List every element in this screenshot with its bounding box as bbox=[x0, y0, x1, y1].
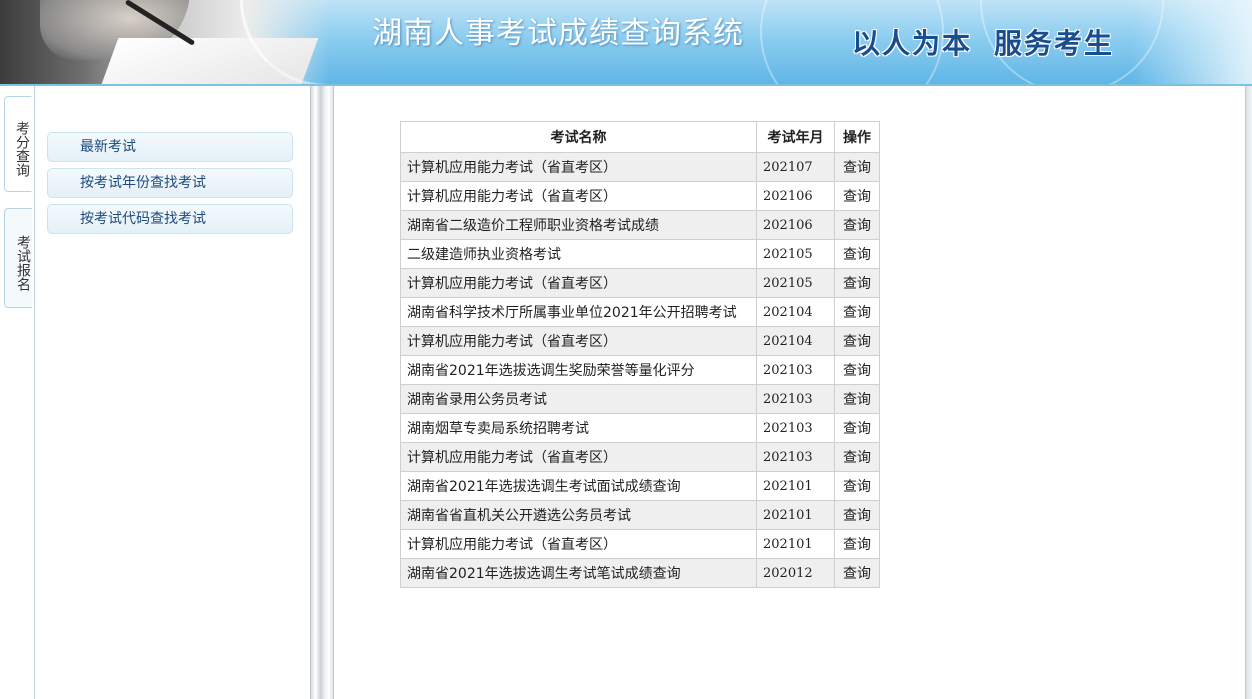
vertical-tab-bar: 考分查询 考试报名 bbox=[0, 86, 35, 699]
exam-name: 湖南烟草专卖局系统招聘考试 bbox=[400, 413, 757, 443]
table-row: 二级建造师执业资格考试 202105 查询 bbox=[400, 239, 880, 269]
table-row: 湖南省录用公务员考试 202103 查询 bbox=[400, 384, 880, 414]
table-row: 湖南省省直机关公开遴选公务员考试 202101 查询 bbox=[400, 500, 880, 530]
exam-month: 202103 bbox=[756, 413, 835, 443]
query-link[interactable]: 查询 bbox=[834, 152, 880, 182]
system-title: 湖南人事考试成绩查询系统 bbox=[372, 16, 744, 51]
exam-month: 202104 bbox=[756, 297, 835, 327]
exam-name: 计算机应用能力考试（省直考区） bbox=[400, 442, 757, 472]
table-row: 计算机应用能力考试（省直考区） 202101 查询 bbox=[400, 529, 880, 559]
exam-month: 202101 bbox=[756, 500, 835, 530]
exam-name: 湖南省2021年选拔选调生考试面试成绩查询 bbox=[400, 471, 757, 501]
table-row: 湖南烟草专卖局系统招聘考试 202103 查询 bbox=[400, 413, 880, 443]
table-row: 湖南省2021年选拔选调生奖励荣誉等量化评分 202103 查询 bbox=[400, 355, 880, 385]
query-link[interactable]: 查询 bbox=[834, 181, 880, 211]
menu-item-find-by-code[interactable]: 按考试代码查找考试 bbox=[47, 204, 293, 234]
column-header-exam-name: 考试名称 bbox=[400, 121, 757, 153]
exam-name: 计算机应用能力考试（省直考区） bbox=[400, 326, 757, 356]
exam-name: 湖南省录用公务员考试 bbox=[400, 384, 757, 414]
exam-name: 计算机应用能力考试（省直考区） bbox=[400, 181, 757, 211]
table-row: 湖南省2021年选拔选调生考试面试成绩查询 202101 查询 bbox=[400, 471, 880, 501]
banner-fade bbox=[1132, 0, 1252, 84]
table-row: 计算机应用能力考试（省直考区） 202104 查询 bbox=[400, 326, 880, 356]
exam-name: 湖南省2021年选拔选调生考试笔试成绩查询 bbox=[400, 558, 757, 588]
query-link[interactable]: 查询 bbox=[834, 268, 880, 298]
column-header-action: 操作 bbox=[834, 121, 880, 153]
slogan: 以人为本 服务考生 bbox=[852, 22, 1114, 62]
query-link[interactable]: 查询 bbox=[834, 500, 880, 530]
exam-name: 计算机应用能力考试（省直考区） bbox=[400, 268, 757, 298]
exam-name: 计算机应用能力考试（省直考区） bbox=[400, 152, 757, 182]
exam-month: 202107 bbox=[756, 152, 835, 182]
query-link[interactable]: 查询 bbox=[834, 355, 880, 385]
query-link[interactable]: 查询 bbox=[834, 297, 880, 327]
menu-item-latest-exams[interactable]: 最新考试 bbox=[47, 132, 293, 162]
exam-month: 202103 bbox=[756, 355, 835, 385]
table-row: 计算机应用能力考试（省直考区） 202106 查询 bbox=[400, 181, 880, 211]
table-row: 湖南省科学技术厅所属事业单位2021年公开招聘考试 202104 查询 bbox=[400, 297, 880, 327]
query-link[interactable]: 查询 bbox=[834, 413, 880, 443]
query-link[interactable]: 查询 bbox=[834, 471, 880, 501]
query-link[interactable]: 查询 bbox=[834, 558, 880, 588]
table-row: 湖南省二级造价工程师职业资格考试成绩 202106 查询 bbox=[400, 210, 880, 240]
column-header-exam-month: 考试年月 bbox=[756, 121, 835, 153]
exam-month: 202106 bbox=[756, 210, 835, 240]
query-link[interactable]: 查询 bbox=[834, 529, 880, 559]
slogan-part-2: 服务考生 bbox=[994, 27, 1115, 60]
exam-name: 湖南省科学技术厅所属事业单位2021年公开招聘考试 bbox=[400, 297, 757, 327]
query-link[interactable]: 查询 bbox=[834, 210, 880, 240]
header-banner: 湖南人事考试成绩查询系统 以人为本 服务考生 bbox=[0, 0, 1252, 86]
table-row: 湖南省2021年选拔选调生考试笔试成绩查询 202012 查询 bbox=[400, 558, 880, 588]
window-right-border bbox=[1245, 86, 1252, 699]
exam-name: 湖南省2021年选拔选调生奖励荣誉等量化评分 bbox=[400, 355, 757, 385]
exam-month: 202106 bbox=[756, 181, 835, 211]
table-row: 计算机应用能力考试（省直考区） 202105 查询 bbox=[400, 268, 880, 298]
panel-splitter[interactable] bbox=[310, 86, 334, 699]
query-link[interactable]: 查询 bbox=[834, 384, 880, 414]
table-header-row: 考试名称 考试年月 操作 bbox=[400, 121, 880, 153]
menu-item-find-by-year[interactable]: 按考试年份查找考试 bbox=[47, 168, 293, 198]
exam-month: 202103 bbox=[756, 384, 835, 414]
slogan-part-1: 以人为本 bbox=[852, 27, 973, 60]
side-menu: 最新考试 按考试年份查找考试 按考试代码查找考试 bbox=[35, 86, 310, 699]
exam-name: 计算机应用能力考试（省直考区） bbox=[400, 529, 757, 559]
query-link[interactable]: 查询 bbox=[834, 326, 880, 356]
exam-month: 202105 bbox=[756, 239, 835, 269]
exam-month: 202012 bbox=[756, 558, 835, 588]
main-content: 考试名称 考试年月 操作 计算机应用能力考试（省直考区） 202107 查询 计… bbox=[334, 86, 1245, 699]
table-row: 计算机应用能力考试（省直考区） 202107 查询 bbox=[400, 152, 880, 182]
tab-exam-registration[interactable]: 考试报名 bbox=[4, 208, 32, 308]
exam-month: 202104 bbox=[756, 326, 835, 356]
exam-month: 202103 bbox=[756, 442, 835, 472]
exam-name: 二级建造师执业资格考试 bbox=[400, 239, 757, 269]
exam-month: 202105 bbox=[756, 268, 835, 298]
tab-score-query[interactable]: 考分查询 bbox=[4, 96, 32, 192]
table-row: 计算机应用能力考试（省直考区） 202103 查询 bbox=[400, 442, 880, 472]
exam-month: 202101 bbox=[756, 529, 835, 559]
exam-table: 考试名称 考试年月 操作 计算机应用能力考试（省直考区） 202107 查询 计… bbox=[400, 121, 880, 588]
exam-name: 湖南省省直机关公开遴选公务员考试 bbox=[400, 500, 757, 530]
exam-name: 湖南省二级造价工程师职业资格考试成绩 bbox=[400, 210, 757, 240]
query-link[interactable]: 查询 bbox=[834, 239, 880, 269]
query-link[interactable]: 查询 bbox=[834, 442, 880, 472]
exam-month: 202101 bbox=[756, 471, 835, 501]
